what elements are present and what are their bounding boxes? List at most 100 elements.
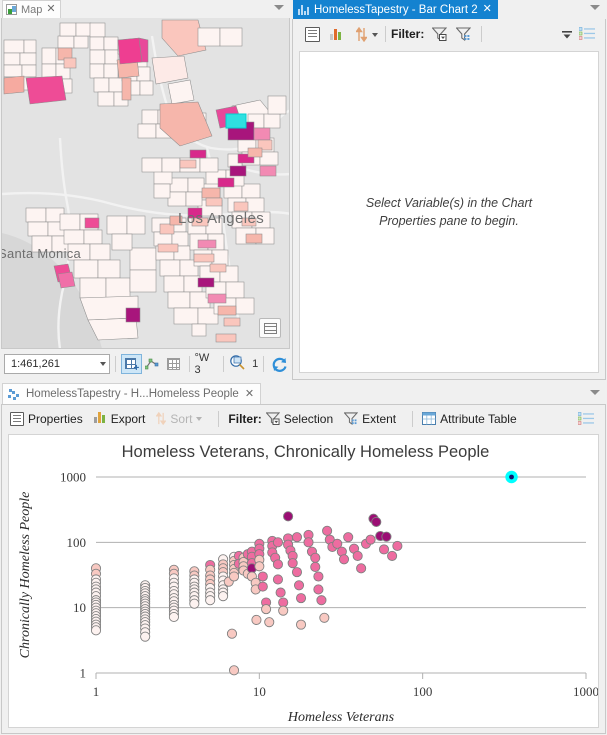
scatter-point[interactable] [365,534,376,545]
scatter-point[interactable] [257,571,268,582]
chevron-down-icon[interactable] [274,5,284,10]
chart-properties-button[interactable] [302,24,326,44]
filter-selection-icon [432,27,448,41]
map-panel: Map ✕ Los Angeles Santa Monica 1:461,261… [0,0,291,381]
scatter-point[interactable] [378,544,390,555]
scatter-point[interactable] [352,550,363,561]
edit-vertices-button[interactable] [142,354,163,374]
chevron-down-icon[interactable] [372,33,378,37]
scatter-point[interactable] [371,516,382,528]
scatter-plot-area[interactable]: Homeless Veterans, Chronically Homeless … [8,434,599,728]
selected-scatter-point[interactable] [509,474,514,480]
scatter-point[interactable] [254,561,265,572]
toolbar-overflow-button[interactable] [559,24,575,44]
filter-selection-button[interactable]: Selection [265,412,333,426]
export-button[interactable]: Export [93,412,145,426]
scatter-point[interactable] [343,532,354,543]
scatter-point[interactable] [319,612,330,623]
tab-scatter-chart[interactable]: HomelessTapestry - H...Homeless People ✕ [2,383,262,404]
tab-bar-chart-2[interactable]: HomelessTapestry - Bar Chart 2 ✕ [293,0,498,19]
scatter-point[interactable] [291,532,303,543]
scatter-point[interactable] [140,631,151,642]
scatter-point[interactable] [313,571,324,582]
selection-zoom-button[interactable] [229,354,250,374]
scatter-point[interactable] [257,581,268,592]
chevron-down-icon[interactable] [590,390,600,395]
scatter-point[interactable] [313,584,324,595]
chart-filter-label: Filter: [391,27,425,41]
map-view[interactable]: Los Angeles Santa Monica [1,18,290,349]
divider [385,26,386,42]
filter-extent-button[interactable]: Extent [344,412,396,426]
scatter-point[interactable] [381,531,392,542]
tab-map[interactable]: Map ✕ [2,0,61,18]
properties-button[interactable]: Properties [10,411,83,426]
scatter-point[interactable] [316,595,327,606]
scatter-point[interactable] [275,587,286,598]
map-coordinate-readout: °W 3 [194,352,210,376]
scatter-point[interactable] [322,525,333,536]
chevron-down-icon[interactable] [196,416,203,421]
chevron-down-icon[interactable] [100,362,107,366]
chart-type-button[interactable] [326,24,352,44]
selection-count: 1 [252,358,259,370]
sort-updown-icon [356,27,367,42]
scatter-point[interactable] [295,593,307,604]
scatter-point[interactable] [272,559,283,570]
scatter-point[interactable] [392,540,403,552]
bar-chart-icon [330,28,345,42]
scatter-point[interactable] [228,665,240,676]
scatter-point[interactable] [291,567,303,578]
chart-toolbar: Filter: [293,19,605,49]
export-icon [93,412,107,425]
scatter-point[interactable] [272,574,283,585]
scatter-point[interactable] [205,595,216,606]
scatter-point[interactable] [293,580,305,591]
close-icon[interactable]: ✕ [483,4,492,15]
scatter-point[interactable] [251,614,262,625]
scatter-point[interactable] [90,625,102,636]
scatter-point[interactable] [264,617,275,628]
scatter-point[interactable] [310,561,321,572]
scatter-point[interactable] [287,558,298,569]
chevron-down-icon[interactable] [590,5,600,10]
scatter-point[interactable] [356,563,367,574]
map-scale-input[interactable]: 1:461,261 [4,354,111,374]
scatter-point[interactable] [272,537,283,548]
scatter-plot-svg[interactable]: Homeless Veterans, Chronically Homeless … [9,435,599,728]
filter-extent-button[interactable] [452,24,476,44]
chart-sort-button[interactable] [352,24,380,44]
scatter-point[interactable] [218,591,229,602]
close-icon[interactable]: ✕ [46,4,55,15]
scatter-point[interactable] [189,598,200,609]
scatter-point[interactable] [387,550,398,561]
divider [223,356,225,372]
table-grid-icon [166,358,180,370]
scatter-point[interactable] [226,628,238,639]
scatter-point[interactable] [261,604,272,615]
refresh-button[interactable] [269,354,290,374]
scatter-point[interactable] [283,511,294,522]
filter-selection-button[interactable] [428,24,452,44]
scatter-point[interactable] [303,537,314,548]
scatter-point[interactable] [278,605,289,616]
basemap-gallery-icon [264,323,277,334]
divider [115,356,117,372]
scatter-point[interactable] [338,554,350,565]
divider [188,356,190,372]
close-icon[interactable]: ✕ [245,388,254,400]
scatter-point[interactable] [295,619,307,630]
attribute-table-button[interactable]: Attribute Table [422,412,517,426]
scatter-point[interactable] [228,571,240,582]
scatter-point[interactable] [168,611,179,623]
scatter-point[interactable] [310,552,321,563]
basemap-gallery-button[interactable] [259,318,281,338]
sort-button[interactable]: Sort [156,412,203,426]
legend-button[interactable] [575,409,599,429]
add-feature-button[interactable] [121,354,142,374]
add-feature-icon [125,358,139,374]
filter-extent-icon [344,412,359,425]
chart-legend-button[interactable] [575,24,601,44]
table-grid-button[interactable] [163,354,184,374]
chart-canvas[interactable]: Select Variable(s) in the Chart Properti… [299,51,599,373]
